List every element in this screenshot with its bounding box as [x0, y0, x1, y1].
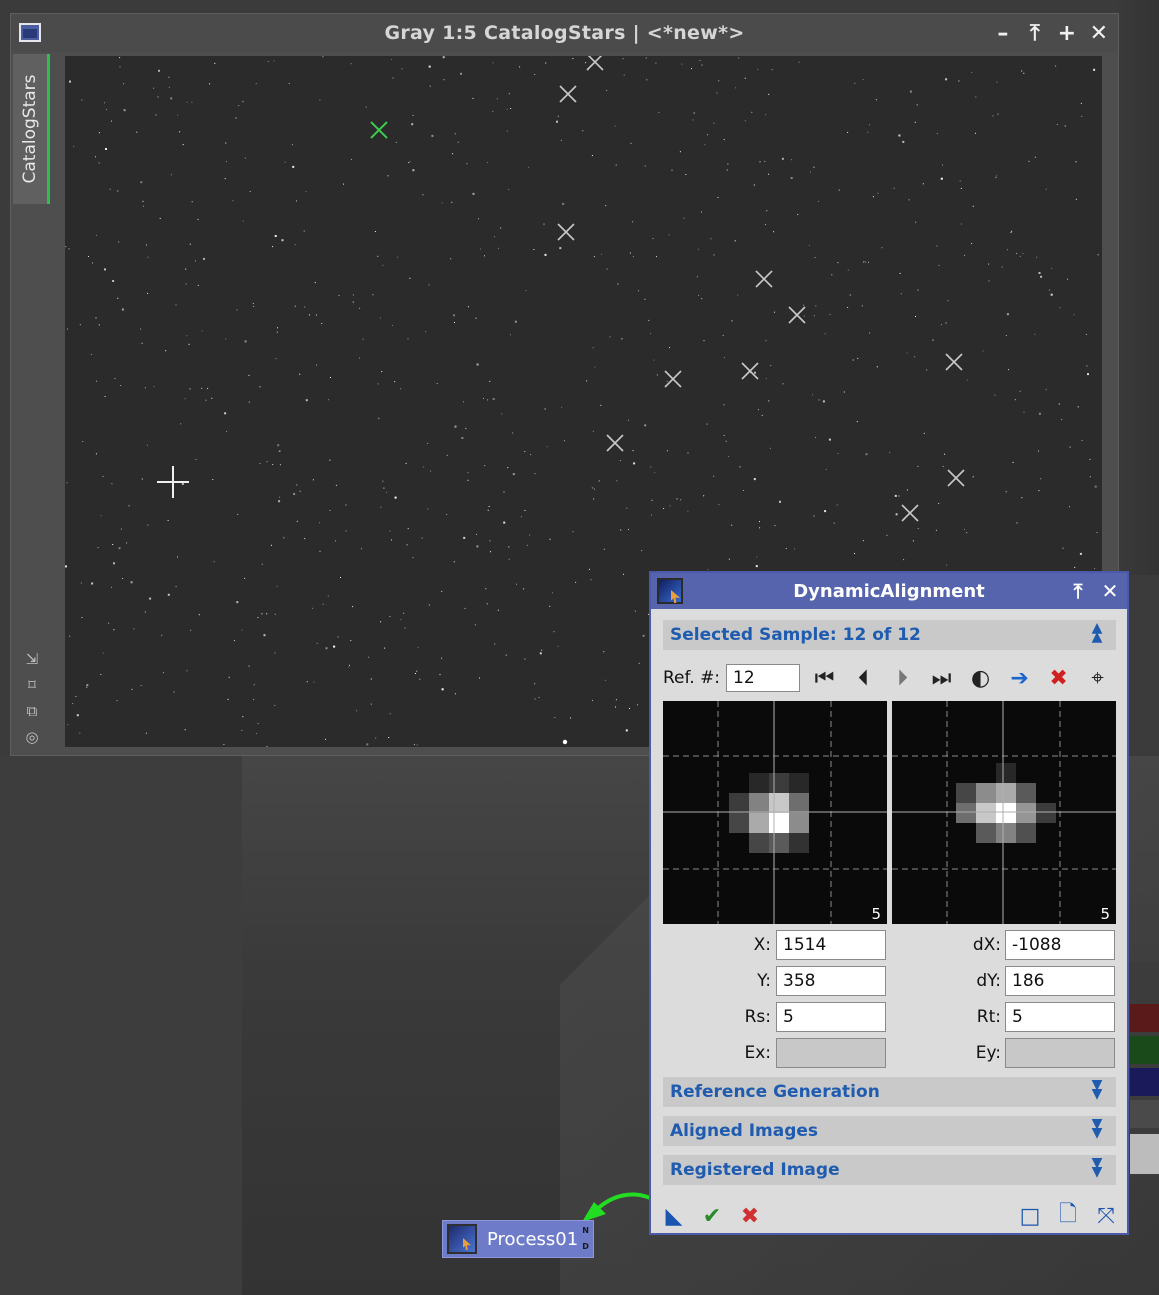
dialog-title: DynamicAlignment [793, 580, 985, 602]
close-icon[interactable]: ✕ [1099, 578, 1121, 604]
rt-label: Rt: [976, 1007, 1001, 1027]
ex-field [776, 1038, 886, 1068]
ref-label: Ref. #: [663, 668, 721, 688]
next-sample-icon[interactable]: ⏵ [888, 664, 917, 692]
flag-d: D [582, 1242, 589, 1251]
previous-sample-icon[interactable]: ⏴ [849, 664, 878, 692]
maximize-icon[interactable]: + [1056, 19, 1078, 47]
fit-view-icon[interactable]: ⇲ [23, 650, 41, 668]
last-sample-icon[interactable]: ⏭ [927, 664, 956, 692]
process-image-icon [447, 1224, 477, 1254]
ey-label: Ey: [975, 1043, 1001, 1063]
section-registered-image-label: Registered Image [670, 1160, 840, 1180]
reference-preview-canvas [663, 701, 887, 924]
target-preview-zoom: 5 [1100, 905, 1110, 923]
close-icon[interactable]: ✕ [1088, 19, 1110, 47]
target-preview[interactable]: 5 [892, 701, 1116, 924]
rs-label: Rs: [744, 1007, 771, 1027]
flag-n: N [582, 1226, 589, 1235]
section-aligned-images-label: Aligned Images [670, 1121, 819, 1141]
execute-icon[interactable]: ✔ [699, 1203, 725, 1229]
reset-icon[interactable]: ⤧ [1093, 1203, 1119, 1229]
expand-icon[interactable]: ▼ ▼ [1087, 1117, 1107, 1142]
expand-icon[interactable]: ▼ ▼ [1087, 1078, 1107, 1103]
process-icon[interactable]: Process01 N D [442, 1220, 594, 1258]
process-icon-flags: N D [582, 1223, 589, 1255]
ref-row: Ref. #: ⏮ ⏴ ⏵ ⏭ ◐ ➔ ✖ ⌖ [663, 661, 1116, 695]
background-panel [1126, 962, 1159, 1177]
reference-preview-zoom: 5 [871, 905, 881, 923]
color-swatch-blue [1130, 1068, 1159, 1096]
expand-icon[interactable]: ▼ ▼ [1087, 1156, 1107, 1181]
cancel-icon[interactable]: ✖ [737, 1203, 763, 1229]
process-icon-label: Process01 [487, 1228, 579, 1250]
section-reference-generation[interactable]: Reference Generation ▼ ▼ [663, 1077, 1116, 1107]
image-window-titlebar[interactable]: Gray 1:5 CatalogStars | <*new*> – ⤒ + ✕ [11, 14, 1118, 52]
shade-icon[interactable]: ⤒ [1067, 578, 1089, 604]
crosshair-icon[interactable]: ⌖ [1083, 664, 1112, 692]
workspace-left [0, 756, 242, 1295]
target-preview-canvas [892, 701, 1116, 924]
ey-field [1005, 1038, 1115, 1068]
ex-label: Ex: [744, 1043, 771, 1063]
ref-input[interactable] [726, 664, 801, 692]
new-instance-icon[interactable]: ◣ [661, 1203, 687, 1229]
x-field[interactable] [776, 930, 886, 960]
zoom-fit-icon[interactable]: ⌑ [23, 676, 41, 694]
tab-catalogstars[interactable]: CatalogStars [13, 54, 50, 204]
section-selected-sample[interactable]: Selected Sample: 12 of 12 ▲ ▲ [663, 620, 1116, 650]
dynamic-alignment-icon [657, 578, 683, 604]
shade-icon[interactable]: ⤒ [1024, 19, 1046, 47]
panel-strip [1130, 1134, 1159, 1174]
browse-documentation-icon[interactable]: □ [1017, 1203, 1043, 1229]
color-swatch-red [1130, 1004, 1159, 1032]
target-icon[interactable]: ◎ [23, 728, 41, 746]
minimize-icon[interactable]: – [992, 19, 1014, 47]
section-selected-sample-label: Selected Sample: 12 of 12 [670, 625, 921, 645]
dx-label: dX: [972, 935, 1001, 955]
dynamic-alignment-dialog[interactable]: DynamicAlignment ⤒ ✕ Selected Sample: 12… [649, 571, 1129, 1235]
window-icon[interactable] [19, 23, 41, 42]
track-view-icon[interactable]: 🗋 [1055, 1202, 1081, 1229]
dialog-footer: ◣ ✔ ✖ □ 🗋 ⤧ [651, 1199, 1127, 1235]
clone-icon[interactable]: ⧉ [23, 702, 41, 720]
dy-label: dY: [976, 971, 1001, 991]
section-aligned-images[interactable]: Aligned Images ▼ ▼ [663, 1116, 1116, 1146]
tab-catalogstars-label: CatalogStars [20, 74, 40, 184]
image-window-title: Gray 1:5 CatalogStars | <*new*> [384, 22, 745, 44]
section-reference-generation-label: Reference Generation [670, 1082, 880, 1102]
dy-field[interactable] [1005, 966, 1115, 996]
collapse-icon[interactable]: ▲ ▲ [1087, 621, 1107, 646]
reference-preview[interactable]: 5 [663, 701, 887, 924]
first-sample-icon[interactable]: ⏮ [810, 664, 839, 692]
color-swatch-gray [1130, 1100, 1159, 1128]
workspace-right-edge [1117, 0, 1159, 575]
x-label: X: [753, 935, 771, 955]
dx-field[interactable] [1005, 930, 1115, 960]
dialog-titlebar[interactable]: DynamicAlignment ⤒ ✕ [651, 573, 1127, 609]
contrast-icon[interactable]: ◐ [966, 664, 995, 692]
rt-field[interactable] [1005, 1002, 1115, 1032]
delete-sample-icon[interactable]: ✖ [1044, 664, 1073, 692]
rs-field[interactable] [776, 1002, 886, 1032]
y-field[interactable] [776, 966, 886, 996]
color-swatch-green [1130, 1036, 1159, 1064]
go-to-sample-icon[interactable]: ➔ [1005, 664, 1034, 692]
y-label: Y: [757, 971, 771, 991]
section-registered-image[interactable]: Registered Image ▼ ▼ [663, 1155, 1116, 1185]
